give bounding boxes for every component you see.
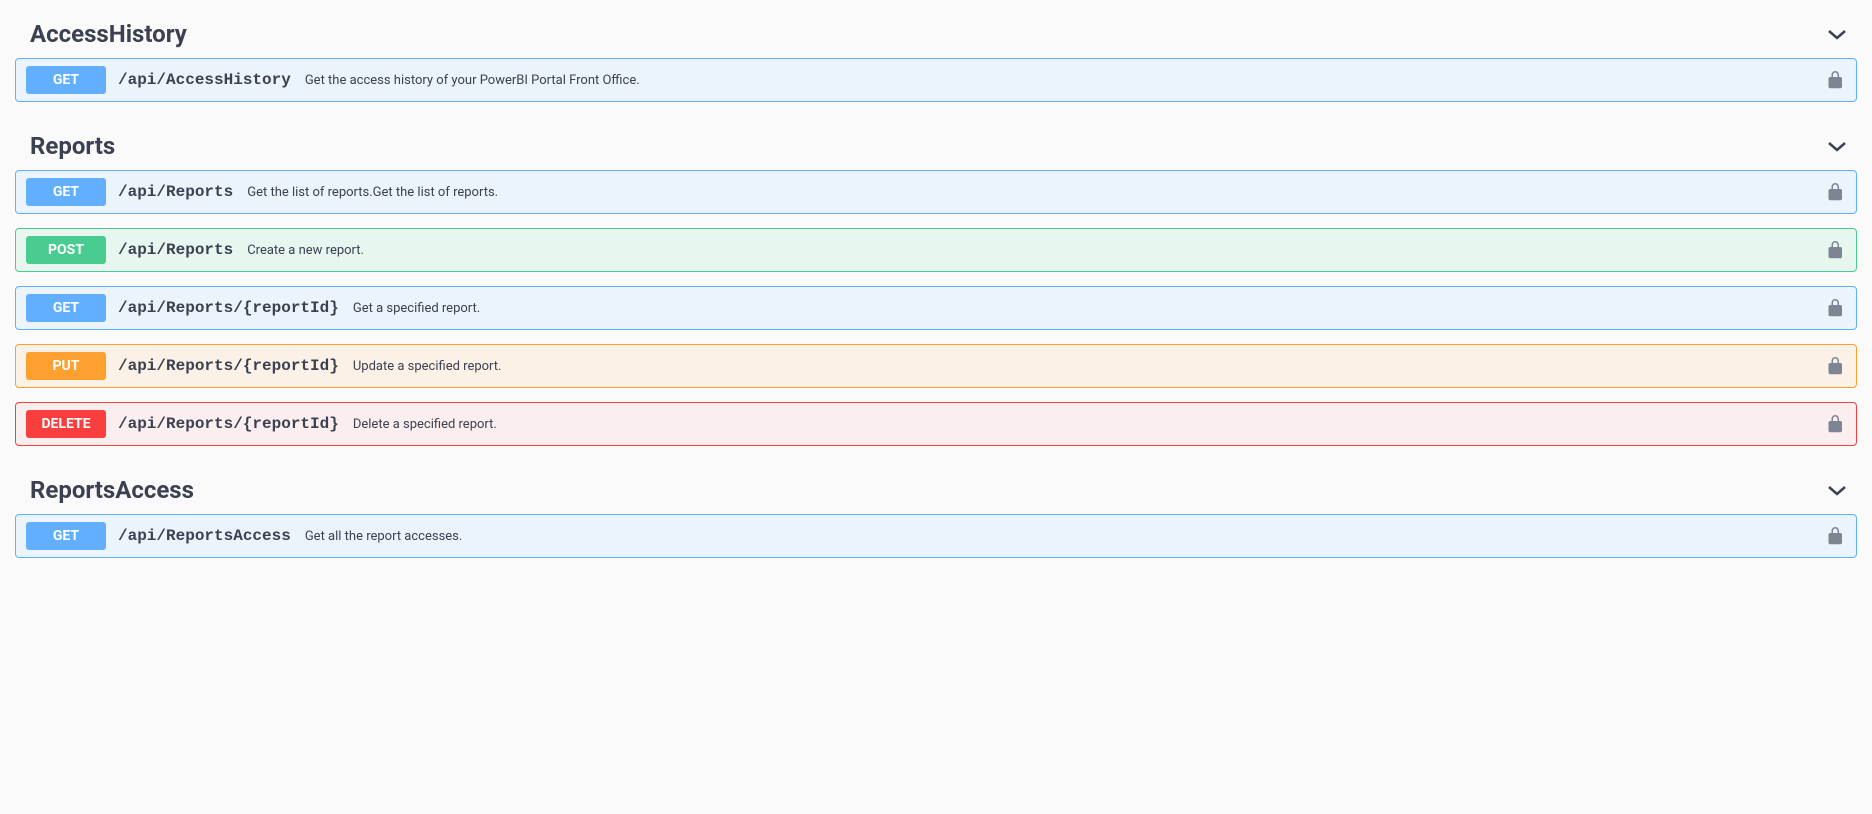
endpoint-path: /api/Reports/{reportId} — [118, 415, 339, 433]
unlocked-icon[interactable] — [1826, 414, 1846, 434]
chevron-down-icon[interactable] — [1827, 24, 1847, 44]
unlocked-icon[interactable] — [1826, 356, 1846, 376]
endpoint-row[interactable]: PUT/api/Reports/{reportId} Update a speci… — [15, 344, 1857, 388]
endpoint-row[interactable]: GET/api/ReportsAccess Get all the report … — [15, 514, 1857, 558]
endpoint-row[interactable]: GET/api/AccessHistory Get the access hist… — [15, 58, 1857, 102]
chevron-down-icon[interactable] — [1827, 480, 1847, 500]
api-section: AccessHistory GET/api/AccessHistory Get th… — [15, 10, 1857, 102]
http-method-badge: PUT — [26, 352, 106, 380]
endpoint-path: /api/ReportsAccess — [118, 527, 291, 545]
section-header[interactable]: AccessHistory — [15, 10, 1857, 58]
section-header[interactable]: Reports — [15, 122, 1857, 170]
endpoint-description: Delete a specified report. — [353, 417, 1826, 432]
endpoint-path: /api/AccessHistory — [118, 71, 291, 89]
endpoint-description: Create a new report. — [247, 243, 1826, 258]
section-title: ReportsAccess — [30, 476, 194, 504]
section-title: AccessHistory — [30, 20, 187, 48]
endpoint-description: Update a specified report. — [353, 359, 1826, 374]
http-method-badge: DELETE — [26, 410, 106, 438]
endpoint-description: Get the list of reports.Get the list of … — [247, 185, 1826, 200]
unlocked-icon[interactable] — [1826, 182, 1846, 202]
endpoint-description: Get the access history of your PowerBI P… — [305, 73, 1826, 88]
endpoint-row[interactable]: DELETE/api/Reports/{reportId} Delete a sp… — [15, 402, 1857, 446]
section-title: Reports — [30, 132, 115, 160]
http-method-badge: GET — [26, 294, 106, 322]
endpoint-description: Get all the report accesses. — [305, 529, 1826, 544]
endpoint-path: /api/Reports — [118, 241, 233, 259]
http-method-badge: POST — [26, 236, 106, 264]
unlocked-icon[interactable] — [1826, 240, 1846, 260]
endpoint-path: /api/Reports — [118, 183, 233, 201]
section-header[interactable]: ReportsAccess — [15, 466, 1857, 514]
api-section: Reports GET/api/Reports Get the list of re… — [15, 122, 1857, 446]
endpoint-row[interactable]: GET/api/Reports/{reportId} Get a specifie… — [15, 286, 1857, 330]
unlocked-icon[interactable] — [1826, 526, 1846, 546]
chevron-down-icon[interactable] — [1827, 136, 1847, 156]
endpoint-path: /api/Reports/{reportId} — [118, 357, 339, 375]
unlocked-icon[interactable] — [1826, 70, 1846, 90]
endpoint-path: /api/Reports/{reportId} — [118, 299, 339, 317]
endpoint-row[interactable]: POST/api/Reports Create a new report. — [15, 228, 1857, 272]
endpoint-description: Get a specified report. — [353, 301, 1826, 316]
endpoint-row[interactable]: GET/api/Reports Get the list of reports.G… — [15, 170, 1857, 214]
api-section: ReportsAccess GET/api/ReportsAccess Get al… — [15, 466, 1857, 558]
http-method-badge: GET — [26, 66, 106, 94]
http-method-badge: GET — [26, 522, 106, 550]
unlocked-icon[interactable] — [1826, 298, 1846, 318]
http-method-badge: GET — [26, 178, 106, 206]
